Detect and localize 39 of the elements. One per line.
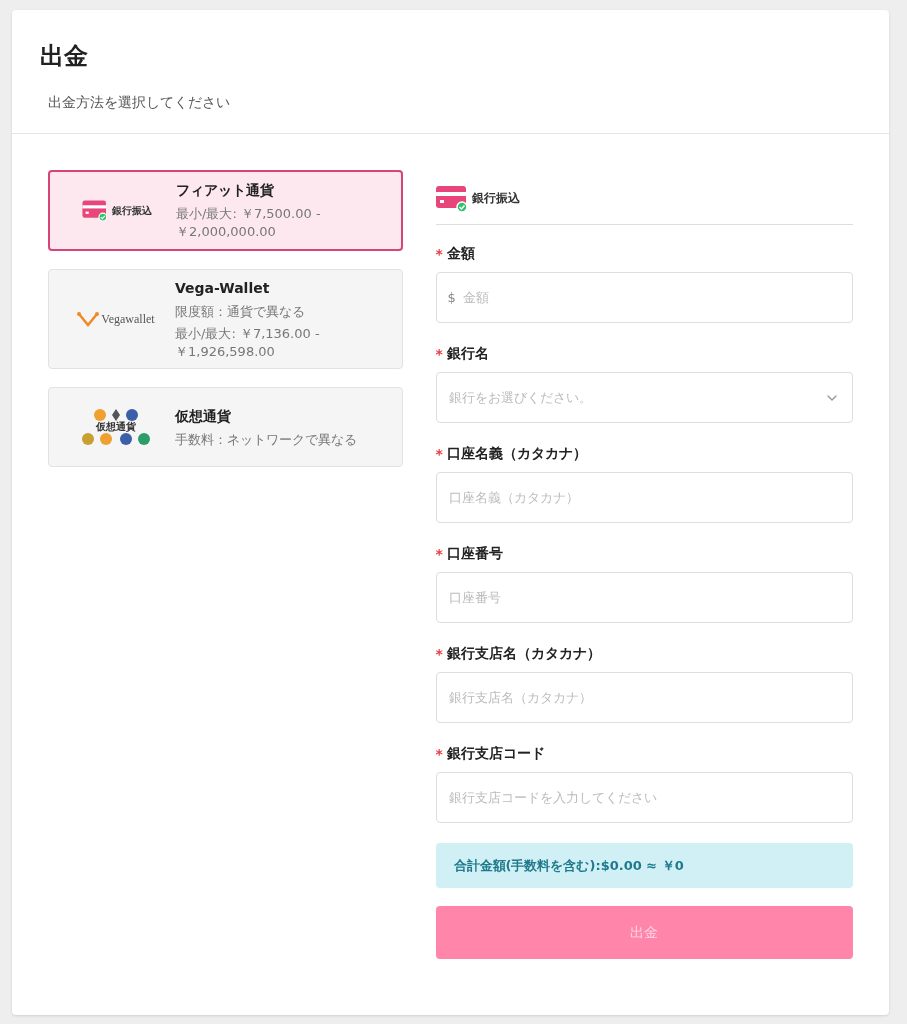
method-detail: 限度額：通貨で異なる [175, 302, 306, 321]
required-mark: * [435, 446, 443, 461]
logo-text: 銀行振込 [112, 203, 152, 218]
method-name: フィアット通貨 [176, 181, 275, 200]
input-field[interactable]: 口座名義（カタカナ） [435, 472, 853, 523]
card-icon [435, 184, 468, 212]
total-notice: 合計金額(手数料を含む):$0.00 ≈ ￥0 [435, 843, 853, 888]
input-field[interactable]: 銀行支店名（カタカナ） [435, 672, 853, 723]
input-field[interactable]: 口座番号 [435, 572, 853, 623]
required-mark: * [435, 246, 443, 261]
select-placeholder: 銀行をお選びください。 [448, 388, 592, 407]
required-mark: * [435, 746, 443, 761]
logo-text: 仮想通貨 [96, 422, 136, 433]
page-subtitle: 出金方法を選択してください [48, 93, 231, 112]
method-name: Vega-Wallet [175, 278, 271, 298]
currency-prefix: $ [447, 289, 456, 307]
required-mark: * [435, 346, 443, 361]
payment-method-option[interactable]: 仮想通貨 仮想通貨 手数料：ネットワークで異なる [48, 387, 403, 468]
coins-icon [81, 432, 151, 447]
wallet-logo-icon [77, 311, 100, 328]
payment-method-option[interactable]: Vegawallet Vega-Wallet 限度額：通貨で異なる 最小/最大: ￥7,136.00 - ￥1,926,598.00 [48, 268, 403, 370]
method-detail: 最小/最大: ￥7,500.00 - ￥2,000,000.00 [176, 205, 322, 241]
payment-method-option[interactable]: 銀行振込 フィアット通貨 最小/最大: ￥7,500.00 - ￥2,000,000.00 [48, 170, 403, 251]
field-label: 銀行支店コード [446, 744, 545, 763]
method-detail: 手数料：ネットワークで異なる [175, 430, 357, 449]
field-label: 銀行支店名（カタカナ） [446, 644, 601, 663]
card-icon [82, 199, 108, 222]
field-label: 金額 [446, 244, 475, 263]
page-title: 出金 [40, 41, 89, 72]
required-mark: * [435, 546, 443, 561]
method-header-label: 銀行振込 [471, 190, 520, 207]
method-name: 仮想通貨 [175, 406, 232, 426]
logo-text: Vegawallet [101, 311, 155, 329]
field-label: 口座番号 [446, 544, 503, 563]
required-mark: * [435, 646, 443, 661]
method-detail: 最小/最大: ￥7,136.00 - ￥1,926,598.00 [175, 324, 321, 361]
field-label: 口座名義（カタカナ） [446, 444, 587, 463]
coins-icon [93, 408, 139, 423]
field-label: 銀行名 [446, 344, 489, 363]
